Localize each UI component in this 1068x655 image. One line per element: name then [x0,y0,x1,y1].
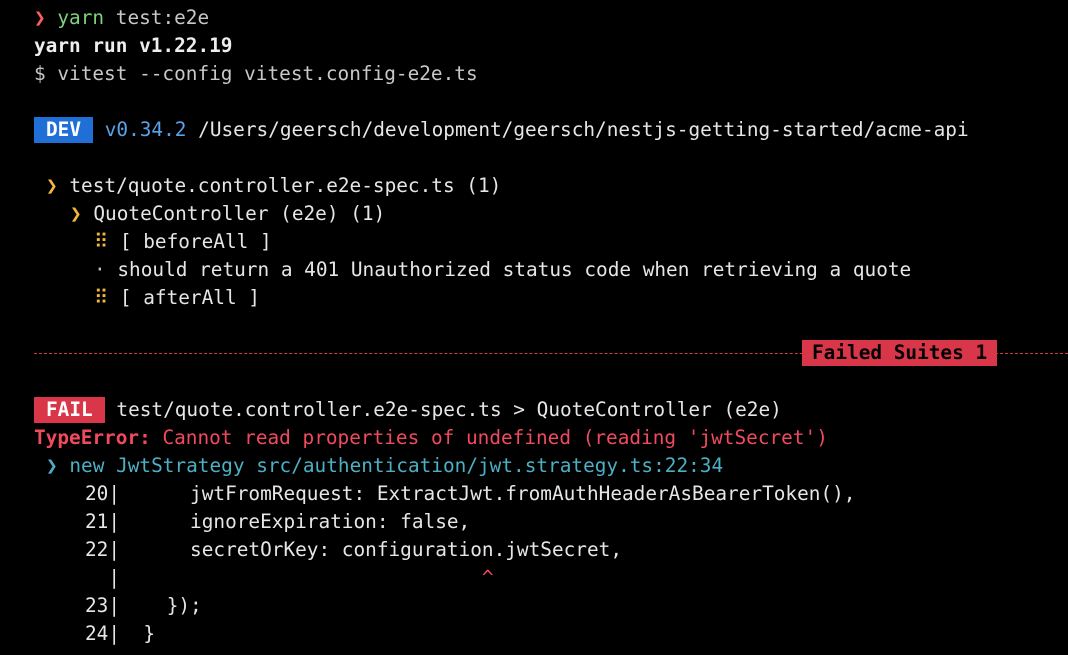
test-name: should return a 401 Unauthorized status … [117,258,912,281]
vitest-version: v0.34.2 [104,118,187,141]
line-number: | [108,566,120,589]
code-text: secretOrKey: configuration.jwtSecret, [120,538,622,561]
code-text: jwtFromRequest: ExtractJwt.fromAuthHeade… [120,482,856,505]
failed-suites-badge: Failed Suites 1 [802,340,998,366]
error-caret: ^ [120,566,494,589]
code-caret-line: | ^ [0,564,494,592]
hook-pending-icon: ⠿ [94,286,109,309]
yarn-run-line: yarn run v1.22.19 [34,34,233,57]
stack-location: src/authentication/jwt.strategy.ts:22:34 [256,454,724,477]
fail-badge: FAIL [34,397,105,423]
code-line: 22| secretOrKey: configuration.jwtSecret… [0,536,622,564]
hook-pending-icon: ⠿ [94,230,109,253]
dev-badge: DEV [34,117,94,143]
describe-name: QuoteController (e2e) (1) [93,202,386,225]
terminal-window[interactable]: ❯ yarn test:e2e yarn run v1.22.19 $ vite… [0,0,1068,655]
command-line: ❯ yarn test:e2e [34,4,209,32]
stack-function: new JwtStrategy [69,454,245,477]
line-number: 22| [84,538,120,561]
code-line: 20| jwtFromRequest: ExtractJwt.fromAuthH… [0,480,856,508]
after-all-line: ⠿ [ afterAll ] [94,284,260,312]
code-text: } [120,622,156,645]
fail-path: test/quote.controller.e2e-spec.ts > Quot… [116,398,782,421]
fail-header-line: FAIL test/quote.controller.e2e-spec.ts >… [34,396,782,424]
command-program: yarn [57,6,105,29]
stack-line: ❯ new JwtStrategy src/authentication/jwt… [46,452,723,480]
describe-line: ❯ QuoteController (e2e) (1) [70,200,385,228]
line-number: 20| [84,482,120,505]
test-bullet-icon: · [94,258,106,281]
line-number: 24| [84,622,120,645]
suite-file-line: ❯ test/quote.controller.e2e-spec.ts (1) [46,172,501,200]
code-text: ignoreExpiration: false, [120,510,471,533]
dev-header-line: DEV v0.34.2 /Users/geersch/development/g… [34,116,969,144]
chevron-right-icon: ❯ [46,454,58,477]
after-all-label: [ afterAll ] [119,286,260,309]
error-type: TypeError: [34,426,151,449]
command-args: test:e2e [115,6,210,29]
code-line: 24| } [0,620,155,648]
chevron-right-icon: ❯ [46,174,58,197]
before-all-line: ⠿ [ beforeAll ] [94,228,272,256]
project-path: /Users/geersch/development/geersch/nestj… [198,118,969,141]
prompt-symbol: ❯ [34,6,46,29]
before-all-label: [ beforeAll ] [119,230,272,253]
failed-suites-badge-wrapper: Failed Suites 1 [802,340,998,366]
code-line: 21| ignoreExpiration: false, [0,508,470,536]
line-number: 23| [84,594,120,617]
code-line: 23| }); [0,592,202,620]
vitest-command-line: $ vitest --config vitest.config-e2e.ts [34,62,478,85]
line-number: 21| [84,510,120,533]
suite-file: test/quote.controller.e2e-spec.ts (1) [69,174,502,197]
error-message: Cannot read properties of undefined (rea… [162,426,828,449]
test-line: · should return a 401 Unauthorized statu… [94,256,911,284]
error-line: TypeError: Cannot read properties of und… [34,424,828,452]
code-text: }); [120,594,202,617]
chevron-right-icon: ❯ [70,202,82,225]
